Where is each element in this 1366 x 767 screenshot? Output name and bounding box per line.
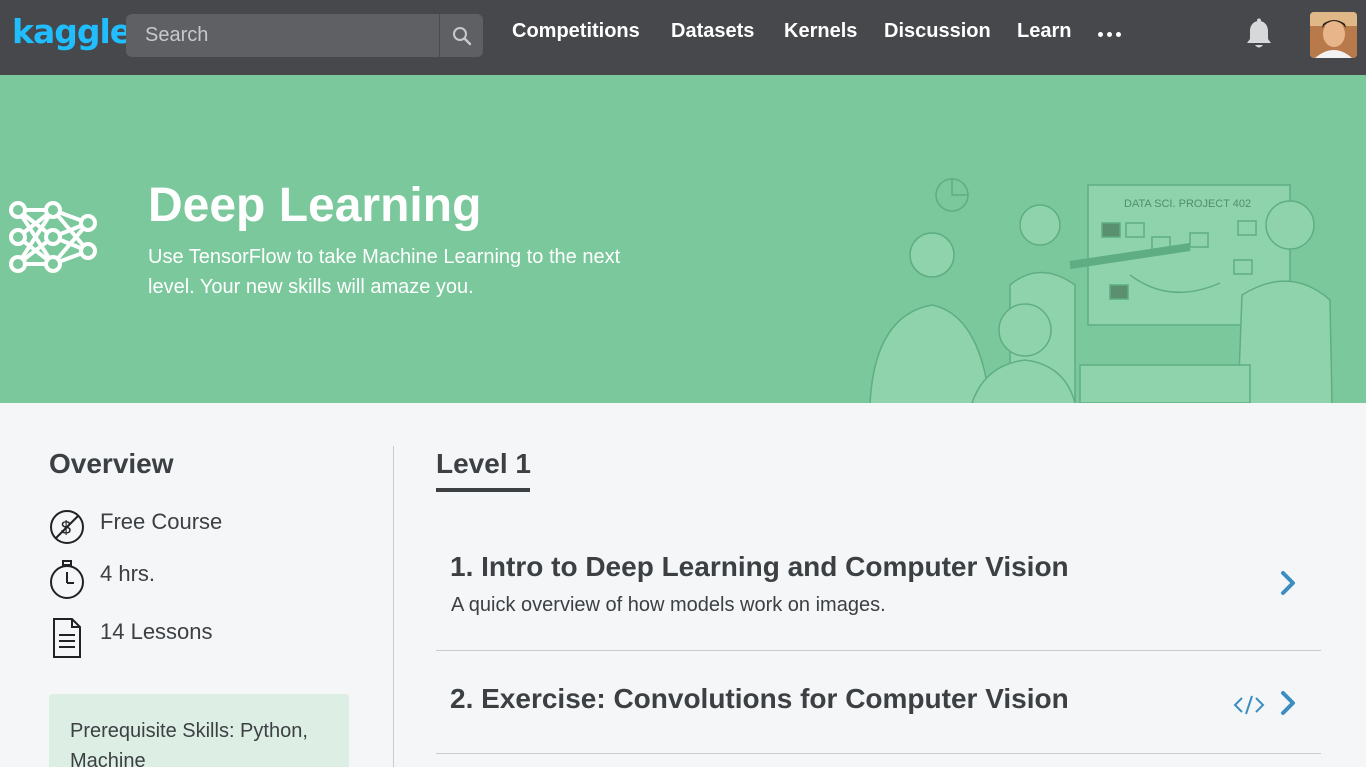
search-input[interactable] [126, 14, 439, 57]
chevron-right-icon[interactable] [1278, 689, 1298, 717]
chevron-right-icon[interactable] [1278, 569, 1298, 597]
course-subtitle: Use TensorFlow to take Machine Learning … [148, 246, 621, 298]
nav-datasets[interactable]: Datasets [671, 20, 754, 43]
overview-heading: Overview [49, 448, 174, 479]
nav-kernels[interactable]: Kernels [784, 20, 857, 43]
more-dot [1098, 31, 1103, 37]
lesson-divider [436, 753, 1321, 754]
overview-price-label: Free Course [100, 509, 223, 534]
search-box [126, 14, 483, 57]
overview-duration-label: 4 hrs. [100, 561, 156, 586]
lesson-item[interactable]: 1. Intro to Deep Learning and Computer V… [436, 533, 1321, 651]
free-course-icon: $ [50, 510, 84, 544]
lesson-title: 2. Exercise: Convolutions for Computer V… [450, 683, 1069, 714]
search-icon [452, 26, 471, 45]
more-dot [1107, 31, 1112, 37]
search-button[interactable] [440, 14, 483, 57]
notification-bell-icon[interactable] [1243, 18, 1275, 52]
course-content: Overview $ Free Course 4 hrs. 14 Lessons… [0, 403, 1366, 767]
prerequisite-skills-box: Prerequisite Skills: Python, Machine [49, 694, 349, 767]
document-icon [53, 618, 81, 658]
avatar-image [1310, 12, 1357, 58]
column-divider [393, 446, 394, 767]
more-menu-button[interactable] [1098, 24, 1126, 44]
more-dot [1116, 31, 1121, 37]
nav-learn[interactable]: Learn [1017, 20, 1071, 43]
lesson-description: A quick overview of how models work on i… [451, 594, 886, 616]
code-exercise-icon[interactable] [1233, 693, 1265, 717]
course-hero-banner: Deep Learning Use TensorFlow to take Mac… [0, 75, 1366, 403]
nav-competitions[interactable]: Competitions [512, 20, 640, 43]
course-title: Deep Learning [148, 179, 482, 232]
top-navigation-bar: kaggle Competitions Datasets Kernels Dis… [0, 0, 1366, 75]
overview-lessons-label: 14 Lessons [100, 619, 213, 644]
tab-level-1[interactable]: Level 1 [436, 448, 531, 480]
lesson-title: 1. Intro to Deep Learning and Computer V… [450, 551, 1069, 582]
user-avatar[interactable] [1310, 12, 1357, 58]
stopwatch-icon [50, 560, 84, 599]
data-science-team-illustration: DATA SCI. PROJECT 402 [869, 178, 1333, 403]
nav-discussion[interactable]: Discussion [884, 20, 991, 43]
lesson-item[interactable]: 2. Exercise: Convolutions for Computer V… [436, 651, 1321, 754]
whiteboard-text: DATA SCI. PROJECT 402 [1124, 198, 1251, 210]
kaggle-logo[interactable]: kaggle [12, 12, 132, 51]
tab-active-underline [436, 488, 530, 492]
neural-network-icon [9, 201, 97, 273]
